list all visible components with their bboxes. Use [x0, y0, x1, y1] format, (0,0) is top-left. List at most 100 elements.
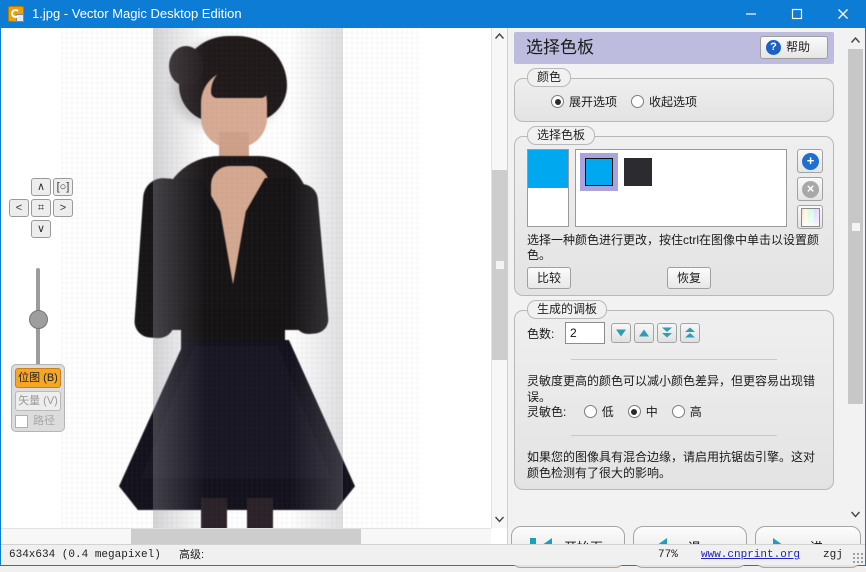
radio-sensitivity-medium[interactable] [627, 405, 641, 418]
user-label: zgj [823, 549, 843, 561]
radio-expand-options-label: 展开选项 [569, 95, 618, 109]
compare-button[interactable]: 比较 [527, 267, 571, 289]
application-window: 1.jpg - Vector Magic Desktop Edition ∧ [… [0, 0, 866, 568]
triangle-down-icon [616, 329, 626, 337]
path-toggle-row[interactable]: 路径 [15, 414, 61, 430]
maximize-icon [791, 8, 803, 20]
image-dimensions: 634x634 (0.4 megapixel) [9, 549, 161, 561]
palette-group-legend: 选择色板 [527, 126, 596, 145]
current-color-preview [527, 149, 569, 227]
radio-sensitivity-low[interactable] [583, 405, 597, 418]
count-decrement-button[interactable] [611, 323, 631, 343]
zoom-level: 77% [658, 549, 678, 561]
title-bar: 1.jpg - Vector Magic Desktop Edition [0, 0, 866, 28]
maximize-button[interactable] [774, 0, 820, 28]
source-image-preview [61, 28, 421, 544]
main-content: ∧ [○] < ⌗ > ∨ 位图 (B) 矢量 (V) 路径 选择色板 ? 帮助… [1, 28, 865, 568]
fit-to-window-button[interactable]: [○] [53, 178, 73, 196]
palette-hint-text: 选择一种颜色进行更改，按住ctrl在图像中单击以设置颜色。 [527, 233, 819, 262]
double-triangle-down-icon [662, 327, 672, 338]
delete-x-icon: × [802, 181, 819, 198]
color-count-label: 色数: [527, 327, 555, 341]
restore-button[interactable]: 恢复 [667, 267, 711, 289]
generated-palette-legend: 生成的调板 [527, 300, 608, 319]
chevron-down-icon [851, 511, 860, 518]
palette-swatch-1[interactable] [624, 158, 652, 186]
close-icon [838, 9, 848, 19]
vector-mode-button[interactable]: 矢量 (V) [15, 391, 61, 411]
generated-palette-group: 生成的调板 色数: 2 灵敏度更高的颜色可以减小颜色差异，但更容易出现错误。 灵… [514, 300, 834, 490]
palette-swatch-0[interactable] [580, 153, 618, 191]
add-color-button[interactable]: + [797, 149, 823, 173]
help-button[interactable]: ? 帮助 [760, 36, 828, 59]
double-triangle-up-icon [685, 327, 695, 338]
app-icon [8, 6, 24, 22]
palette-swatch-list[interactable] [575, 149, 787, 227]
canvas-hscroll-thumb[interactable] [131, 529, 361, 544]
view-mode-group: 位图 (B) 矢量 (V) 路径 [11, 364, 65, 432]
advanced-label: 高级: [179, 549, 205, 561]
chevron-up-icon [495, 33, 504, 39]
sensitivity-row: 灵敏色: 低 中 高 [527, 403, 716, 420]
pan-left-button[interactable]: < [9, 199, 29, 217]
chevron-down-icon [495, 516, 504, 523]
divider-1 [571, 359, 777, 360]
help-button-label: 帮助 [786, 40, 811, 54]
zoom-slider-thumb[interactable] [29, 310, 48, 329]
sensitivity-label: 灵敏色: [527, 405, 567, 419]
delete-color-button[interactable]: × [797, 177, 823, 201]
radio-sensitivity-high-label: 高 [689, 405, 702, 419]
palette-group: 选择色板 + × 选择一种颜色进行更改，按住ctrl在图像中单击以设置颜色。 比… [514, 126, 834, 296]
minimize-icon [746, 13, 756, 15]
page-title: 选择色板 [526, 38, 594, 57]
pan-down-button[interactable]: ∨ [31, 220, 51, 238]
antialias-note: 如果您的图像具有混合边缘，请启用抗锯齿引擎。这对颜色检测有了很大的影响。 [527, 450, 816, 480]
color-options-group: 颜色 展开选项 收起选项 [514, 68, 834, 122]
canvas-horizontal-scrollbar[interactable] [1, 528, 491, 544]
window-title: 1.jpg - Vector Magic Desktop Edition [32, 6, 242, 21]
count-decrement-fast-button[interactable] [657, 323, 677, 343]
radio-sensitivity-low-label: 低 [601, 405, 614, 419]
panel-scroll-up-button[interactable] [848, 32, 863, 48]
count-increment-button[interactable] [634, 323, 654, 343]
plus-icon: + [802, 153, 819, 170]
panel-scroll-down-button[interactable] [848, 506, 863, 522]
panel-vertical-scrollbar[interactable] [848, 32, 863, 522]
website-link[interactable]: www.cnprint.org [701, 548, 800, 563]
panel-scroll-thumb[interactable] [848, 49, 863, 404]
bitmap-mode-button[interactable]: 位图 (B) [15, 368, 61, 388]
close-button[interactable] [820, 0, 866, 28]
radio-collapse-options-label: 收起选项 [649, 95, 698, 109]
scroll-up-button[interactable] [492, 28, 507, 45]
radio-sensitivity-medium-label: 中 [645, 405, 658, 419]
canvas-vertical-scrollbar[interactable] [491, 28, 507, 528]
pan-navigation-pad: ∧ [○] < ⌗ > ∨ [9, 178, 79, 240]
chevron-up-icon [851, 37, 860, 43]
radio-expand-options[interactable] [551, 95, 564, 108]
divider-2 [571, 435, 777, 436]
panel-header: 选择色板 ? 帮助 [514, 32, 834, 64]
image-canvas[interactable]: ∧ [○] < ⌗ > ∨ 位图 (B) 矢量 (V) 路径 [1, 28, 491, 544]
canvas-vscroll-thumb[interactable] [492, 170, 507, 360]
color-options-legend: 颜色 [527, 68, 572, 87]
scroll-down-button[interactable] [492, 511, 507, 528]
options-panel: 选择色板 ? 帮助 颜色 展开选项 收起选项 选择色板 + × 选择一种颜色进行… [507, 28, 865, 544]
options-scroll-area: 选择色板 ? 帮助 颜色 展开选项 收起选项 选择色板 + × 选择一种颜色进行… [514, 32, 846, 522]
triangle-up-icon [639, 329, 649, 337]
path-checkbox[interactable] [15, 415, 28, 428]
count-increment-fast-button[interactable] [680, 323, 700, 343]
minimize-button[interactable] [728, 0, 774, 28]
radio-collapse-options[interactable] [631, 95, 645, 108]
rainbow-picker-icon [801, 208, 820, 227]
color-count-input[interactable]: 2 [565, 322, 605, 344]
color-options-radios: 展开选项 收起选项 [551, 93, 711, 110]
question-mark-icon: ? [766, 40, 781, 55]
radio-sensitivity-high[interactable] [671, 405, 685, 418]
resize-grip[interactable] [852, 552, 863, 563]
pan-up-button[interactable]: ∧ [31, 178, 51, 196]
color-picker-button[interactable] [797, 205, 823, 229]
pan-right-button[interactable]: > [53, 199, 73, 217]
path-checkbox-label: 路径 [33, 415, 55, 427]
center-view-button[interactable]: ⌗ [31, 199, 51, 217]
sensitivity-description: 灵敏度更高的颜色可以减小颜色差异，但更容易出现错误。 [527, 374, 816, 404]
